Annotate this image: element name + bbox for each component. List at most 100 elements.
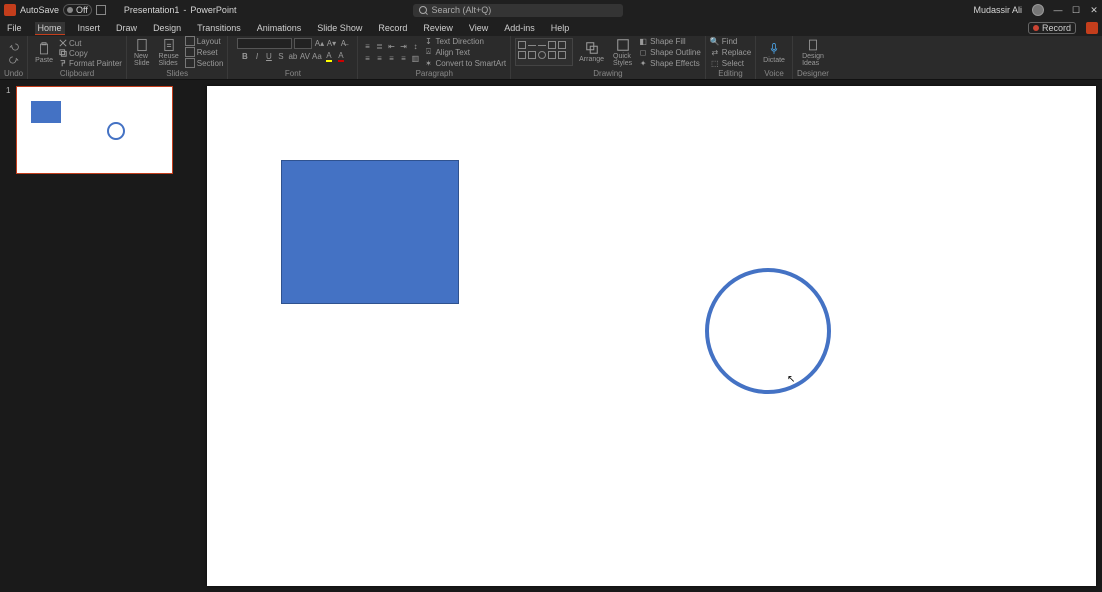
underline-button[interactable]: U xyxy=(264,51,274,61)
tab-file[interactable]: File xyxy=(4,22,25,34)
thumb-rectangle-shape xyxy=(31,101,61,123)
record-button-label: Record xyxy=(1042,23,1071,33)
cut-button[interactable]: Cut xyxy=(59,39,81,48)
document-name: Presentation1 xyxy=(124,5,180,15)
paste-button[interactable]: Paste xyxy=(32,41,56,65)
record-button[interactable]: Record xyxy=(1028,22,1076,34)
autosave-toggle[interactable]: Off xyxy=(63,4,92,16)
dictate-button[interactable]: Dictate xyxy=(760,41,788,65)
tab-addins[interactable]: Add-ins xyxy=(501,22,538,34)
align-right-button[interactable]: ≡ xyxy=(386,53,396,63)
autosave-label: AutoSave xyxy=(20,5,59,15)
app-name: PowerPoint xyxy=(190,5,236,15)
reset-button[interactable]: Reset xyxy=(185,47,218,57)
close-button[interactable]: ✕ xyxy=(1090,6,1098,14)
tab-slideshow[interactable]: Slide Show xyxy=(314,22,365,34)
workspace: 1 ↖ xyxy=(0,80,1102,592)
slide-thumbnail-1[interactable]: 1 xyxy=(6,86,183,174)
strike-button[interactable]: S xyxy=(276,51,286,61)
highlight-button[interactable]: A xyxy=(324,51,334,61)
bullets-button[interactable]: ≡ xyxy=(362,41,372,51)
effects-icon: ✦ xyxy=(638,58,648,68)
font-family-combo[interactable] xyxy=(237,38,292,49)
slide-canvas[interactable]: ↖ xyxy=(207,86,1096,586)
font-color-button[interactable]: A xyxy=(336,51,346,61)
group-font-label: Font xyxy=(285,69,301,78)
shape-effects-button[interactable]: ✦Shape Effects xyxy=(638,58,700,68)
minimize-button[interactable]: — xyxy=(1054,6,1062,14)
ribbon: Undo Paste Cut Copy Format Painter Clipb… xyxy=(0,36,1102,80)
format-painter-button[interactable]: Format Painter xyxy=(59,59,122,68)
smartart-button[interactable]: ✶Convert to SmartArt xyxy=(423,58,506,68)
reuse-slides-button[interactable]: Reuse Slides xyxy=(156,37,182,68)
text-direction-button[interactable]: ↧Text Direction xyxy=(423,36,483,46)
align-left-button[interactable]: ≡ xyxy=(362,53,372,63)
decrease-font-button[interactable]: A▾ xyxy=(326,39,336,49)
tab-animations[interactable]: Animations xyxy=(254,22,305,34)
copy-button[interactable]: Copy xyxy=(59,49,88,58)
font-size-combo[interactable] xyxy=(294,38,312,49)
shape-fill-button[interactable]: ◧Shape Fill xyxy=(638,36,686,46)
align-center-button[interactable]: ≡ xyxy=(374,53,384,63)
increase-font-button[interactable]: A▴ xyxy=(314,39,324,49)
text-direction-icon: ↧ xyxy=(423,36,433,46)
layout-button[interactable]: Layout xyxy=(185,36,221,46)
line-spacing-button[interactable]: ↕ xyxy=(410,41,420,51)
increase-indent-button[interactable]: ⇥ xyxy=(398,41,408,51)
tab-insert[interactable]: Insert xyxy=(75,22,104,34)
justify-button[interactable]: ≡ xyxy=(398,53,408,63)
select-button[interactable]: ⬚Select xyxy=(710,58,744,68)
maximize-button[interactable]: ☐ xyxy=(1072,6,1080,14)
group-voice: Dictate Voice xyxy=(756,36,793,79)
group-drawing-label: Drawing xyxy=(593,69,622,78)
arrange-button[interactable]: Arrange xyxy=(576,40,607,64)
shapes-gallery[interactable] xyxy=(515,38,573,66)
align-text-button[interactable]: ⍓Align Text xyxy=(423,47,470,57)
tab-help[interactable]: Help xyxy=(548,22,573,34)
group-slides: New Slide Reuse Slides Layout Reset Sect… xyxy=(127,36,229,79)
user-name[interactable]: Mudassir Ali xyxy=(973,5,1022,15)
clear-format-button[interactable]: A̶ xyxy=(338,39,348,49)
redo-button[interactable] xyxy=(6,54,22,66)
find-button[interactable]: 🔍Find xyxy=(710,36,738,46)
cursor-icon: ↖ xyxy=(787,374,795,385)
group-designer-label: Designer xyxy=(797,69,829,78)
thumb-circle-shape xyxy=(107,122,125,140)
shape-outline-button[interactable]: ◻Shape Outline xyxy=(638,47,701,57)
tab-record[interactable]: Record xyxy=(375,22,410,34)
rectangle-shape[interactable] xyxy=(281,160,459,304)
smartart-icon: ✶ xyxy=(423,58,433,68)
tab-transitions[interactable]: Transitions xyxy=(194,22,244,34)
tab-draw[interactable]: Draw xyxy=(113,22,140,34)
shadow-button[interactable]: ab xyxy=(288,51,298,61)
slide-thumbnail-panel[interactable]: 1 xyxy=(0,80,189,592)
new-slide-button[interactable]: New Slide xyxy=(131,37,153,68)
decrease-indent-button[interactable]: ⇤ xyxy=(386,41,396,51)
save-icon[interactable] xyxy=(96,5,106,15)
numbering-button[interactable]: ≣ xyxy=(374,41,384,51)
italic-button[interactable]: I xyxy=(252,51,262,61)
replace-button[interactable]: ⇄Replace xyxy=(710,47,751,57)
quick-styles-button[interactable]: Quick Styles xyxy=(610,37,635,68)
char-spacing-button[interactable]: AV xyxy=(300,51,310,61)
search-box[interactable]: Search (Alt+Q) xyxy=(413,4,623,17)
bold-button[interactable]: B xyxy=(240,51,250,61)
slide-canvas-area[interactable]: ↖ xyxy=(189,80,1102,592)
tab-view[interactable]: View xyxy=(466,22,491,34)
columns-button[interactable]: ▥ xyxy=(410,53,420,63)
group-font: A▴ A▾ A̶ B I U S ab AV Aa A A Font xyxy=(228,36,358,79)
change-case-button[interactable]: Aa xyxy=(312,51,322,61)
title-bar: AutoSave Off Presentation1 - PowerPoint … xyxy=(0,0,1102,20)
slide-thumbnail-preview[interactable] xyxy=(16,86,173,174)
tab-home[interactable]: Home xyxy=(35,22,65,35)
undo-button[interactable] xyxy=(6,41,22,53)
user-avatar-icon[interactable] xyxy=(1032,4,1044,16)
present-button[interactable] xyxy=(1086,22,1098,34)
section-button[interactable]: Section xyxy=(185,58,224,68)
tab-design[interactable]: Design xyxy=(150,22,184,34)
tab-review[interactable]: Review xyxy=(420,22,456,34)
circle-shape[interactable] xyxy=(705,268,831,394)
layout-icon xyxy=(185,36,195,46)
search-placeholder: Search (Alt+Q) xyxy=(431,5,491,15)
design-ideas-button[interactable]: Design Ideas xyxy=(799,37,827,68)
